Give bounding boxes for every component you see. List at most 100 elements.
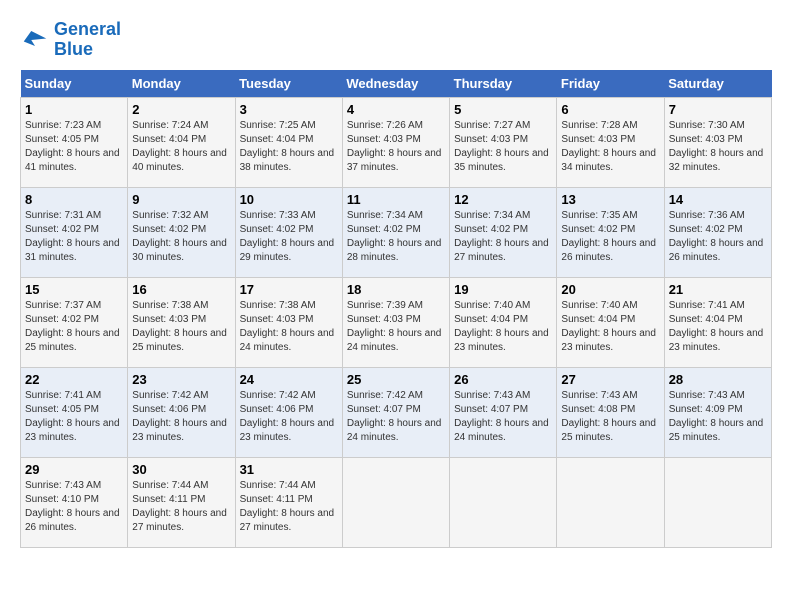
calendar-cell: 28 Sunrise: 7:43 AMSunset: 4:09 PMDaylig…: [664, 367, 771, 457]
day-number: 13: [561, 192, 659, 207]
day-info: Sunrise: 7:26 AMSunset: 4:03 PMDaylight:…: [347, 120, 442, 173]
day-number: 16: [132, 282, 230, 297]
day-number: 23: [132, 372, 230, 387]
calendar-cell: 21 Sunrise: 7:41 AMSunset: 4:04 PMDaylig…: [664, 277, 771, 367]
calendar-cell: [557, 457, 664, 547]
calendar-cell: 14 Sunrise: 7:36 AMSunset: 4:02 PMDaylig…: [664, 187, 771, 277]
day-number: 28: [669, 372, 767, 387]
day-info: Sunrise: 7:43 AMSunset: 4:10 PMDaylight:…: [25, 480, 120, 533]
calendar-cell: 4 Sunrise: 7:26 AMSunset: 4:03 PMDayligh…: [342, 97, 449, 187]
calendar-cell: 22 Sunrise: 7:41 AMSunset: 4:05 PMDaylig…: [21, 367, 128, 457]
day-info: Sunrise: 7:34 AMSunset: 4:02 PMDaylight:…: [454, 210, 549, 263]
day-number: 20: [561, 282, 659, 297]
calendar-week-1: 1 Sunrise: 7:23 AMSunset: 4:05 PMDayligh…: [21, 97, 772, 187]
day-number: 7: [669, 102, 767, 117]
day-number: 12: [454, 192, 552, 207]
calendar-week-3: 15 Sunrise: 7:37 AMSunset: 4:02 PMDaylig…: [21, 277, 772, 367]
day-number: 1: [25, 102, 123, 117]
day-number: 10: [240, 192, 338, 207]
calendar-cell: 25 Sunrise: 7:42 AMSunset: 4:07 PMDaylig…: [342, 367, 449, 457]
day-info: Sunrise: 7:42 AMSunset: 4:06 PMDaylight:…: [240, 390, 335, 443]
calendar-cell: 9 Sunrise: 7:32 AMSunset: 4:02 PMDayligh…: [128, 187, 235, 277]
day-number: 3: [240, 102, 338, 117]
logo: General Blue: [20, 20, 121, 60]
weekday-header-sunday: Sunday: [21, 70, 128, 98]
day-info: Sunrise: 7:43 AMSunset: 4:09 PMDaylight:…: [669, 390, 764, 443]
calendar-cell: 29 Sunrise: 7:43 AMSunset: 4:10 PMDaylig…: [21, 457, 128, 547]
day-number: 11: [347, 192, 445, 207]
weekday-header-saturday: Saturday: [664, 70, 771, 98]
weekday-header-friday: Friday: [557, 70, 664, 98]
day-number: 19: [454, 282, 552, 297]
day-info: Sunrise: 7:42 AMSunset: 4:06 PMDaylight:…: [132, 390, 227, 443]
day-number: 24: [240, 372, 338, 387]
calendar-cell: 6 Sunrise: 7:28 AMSunset: 4:03 PMDayligh…: [557, 97, 664, 187]
day-info: Sunrise: 7:27 AMSunset: 4:03 PMDaylight:…: [454, 120, 549, 173]
calendar-cell: 26 Sunrise: 7:43 AMSunset: 4:07 PMDaylig…: [450, 367, 557, 457]
calendar-cell: 17 Sunrise: 7:38 AMSunset: 4:03 PMDaylig…: [235, 277, 342, 367]
calendar-cell: 5 Sunrise: 7:27 AMSunset: 4:03 PMDayligh…: [450, 97, 557, 187]
calendar-cell: [664, 457, 771, 547]
day-info: Sunrise: 7:37 AMSunset: 4:02 PMDaylight:…: [25, 300, 120, 353]
calendar-cell: 10 Sunrise: 7:33 AMSunset: 4:02 PMDaylig…: [235, 187, 342, 277]
calendar-week-4: 22 Sunrise: 7:41 AMSunset: 4:05 PMDaylig…: [21, 367, 772, 457]
day-info: Sunrise: 7:42 AMSunset: 4:07 PMDaylight:…: [347, 390, 442, 443]
day-number: 18: [347, 282, 445, 297]
day-number: 2: [132, 102, 230, 117]
calendar-cell: 11 Sunrise: 7:34 AMSunset: 4:02 PMDaylig…: [342, 187, 449, 277]
calendar-cell: [450, 457, 557, 547]
calendar-cell: 27 Sunrise: 7:43 AMSunset: 4:08 PMDaylig…: [557, 367, 664, 457]
day-info: Sunrise: 7:25 AMSunset: 4:04 PMDaylight:…: [240, 120, 335, 173]
day-number: 26: [454, 372, 552, 387]
day-info: Sunrise: 7:24 AMSunset: 4:04 PMDaylight:…: [132, 120, 227, 173]
day-info: Sunrise: 7:39 AMSunset: 4:03 PMDaylight:…: [347, 300, 442, 353]
day-info: Sunrise: 7:38 AMSunset: 4:03 PMDaylight:…: [240, 300, 335, 353]
day-number: 6: [561, 102, 659, 117]
page-header: General Blue: [20, 20, 772, 60]
calendar-week-5: 29 Sunrise: 7:43 AMSunset: 4:10 PMDaylig…: [21, 457, 772, 547]
calendar-cell: 30 Sunrise: 7:44 AMSunset: 4:11 PMDaylig…: [128, 457, 235, 547]
day-number: 22: [25, 372, 123, 387]
calendar-cell: 31 Sunrise: 7:44 AMSunset: 4:11 PMDaylig…: [235, 457, 342, 547]
day-info: Sunrise: 7:40 AMSunset: 4:04 PMDaylight:…: [561, 300, 656, 353]
calendar-cell: [342, 457, 449, 547]
calendar-cell: 13 Sunrise: 7:35 AMSunset: 4:02 PMDaylig…: [557, 187, 664, 277]
day-info: Sunrise: 7:31 AMSunset: 4:02 PMDaylight:…: [25, 210, 120, 263]
day-info: Sunrise: 7:32 AMSunset: 4:02 PMDaylight:…: [132, 210, 227, 263]
day-info: Sunrise: 7:33 AMSunset: 4:02 PMDaylight:…: [240, 210, 335, 263]
day-number: 14: [669, 192, 767, 207]
calendar-cell: 1 Sunrise: 7:23 AMSunset: 4:05 PMDayligh…: [21, 97, 128, 187]
day-number: 15: [25, 282, 123, 297]
calendar-week-2: 8 Sunrise: 7:31 AMSunset: 4:02 PMDayligh…: [21, 187, 772, 277]
day-info: Sunrise: 7:43 AMSunset: 4:07 PMDaylight:…: [454, 390, 549, 443]
logo-text: General Blue: [54, 20, 121, 60]
day-number: 4: [347, 102, 445, 117]
day-info: Sunrise: 7:40 AMSunset: 4:04 PMDaylight:…: [454, 300, 549, 353]
calendar-cell: 18 Sunrise: 7:39 AMSunset: 4:03 PMDaylig…: [342, 277, 449, 367]
calendar-cell: 3 Sunrise: 7:25 AMSunset: 4:04 PMDayligh…: [235, 97, 342, 187]
calendar-cell: 12 Sunrise: 7:34 AMSunset: 4:02 PMDaylig…: [450, 187, 557, 277]
day-info: Sunrise: 7:38 AMSunset: 4:03 PMDaylight:…: [132, 300, 227, 353]
calendar-cell: 15 Sunrise: 7:37 AMSunset: 4:02 PMDaylig…: [21, 277, 128, 367]
weekday-header-row: SundayMondayTuesdayWednesdayThursdayFrid…: [21, 70, 772, 98]
day-number: 27: [561, 372, 659, 387]
day-info: Sunrise: 7:23 AMSunset: 4:05 PMDaylight:…: [25, 120, 120, 173]
day-info: Sunrise: 7:43 AMSunset: 4:08 PMDaylight:…: [561, 390, 656, 443]
calendar-cell: 8 Sunrise: 7:31 AMSunset: 4:02 PMDayligh…: [21, 187, 128, 277]
weekday-header-wednesday: Wednesday: [342, 70, 449, 98]
day-info: Sunrise: 7:44 AMSunset: 4:11 PMDaylight:…: [132, 480, 227, 533]
calendar-table: SundayMondayTuesdayWednesdayThursdayFrid…: [20, 70, 772, 548]
day-info: Sunrise: 7:44 AMSunset: 4:11 PMDaylight:…: [240, 480, 335, 533]
day-number: 30: [132, 462, 230, 477]
logo-icon: [20, 25, 50, 55]
calendar-cell: 19 Sunrise: 7:40 AMSunset: 4:04 PMDaylig…: [450, 277, 557, 367]
day-number: 31: [240, 462, 338, 477]
day-number: 29: [25, 462, 123, 477]
calendar-cell: 24 Sunrise: 7:42 AMSunset: 4:06 PMDaylig…: [235, 367, 342, 457]
day-info: Sunrise: 7:34 AMSunset: 4:02 PMDaylight:…: [347, 210, 442, 263]
calendar-cell: 2 Sunrise: 7:24 AMSunset: 4:04 PMDayligh…: [128, 97, 235, 187]
day-info: Sunrise: 7:41 AMSunset: 4:04 PMDaylight:…: [669, 300, 764, 353]
day-info: Sunrise: 7:28 AMSunset: 4:03 PMDaylight:…: [561, 120, 656, 173]
weekday-header-thursday: Thursday: [450, 70, 557, 98]
day-info: Sunrise: 7:36 AMSunset: 4:02 PMDaylight:…: [669, 210, 764, 263]
